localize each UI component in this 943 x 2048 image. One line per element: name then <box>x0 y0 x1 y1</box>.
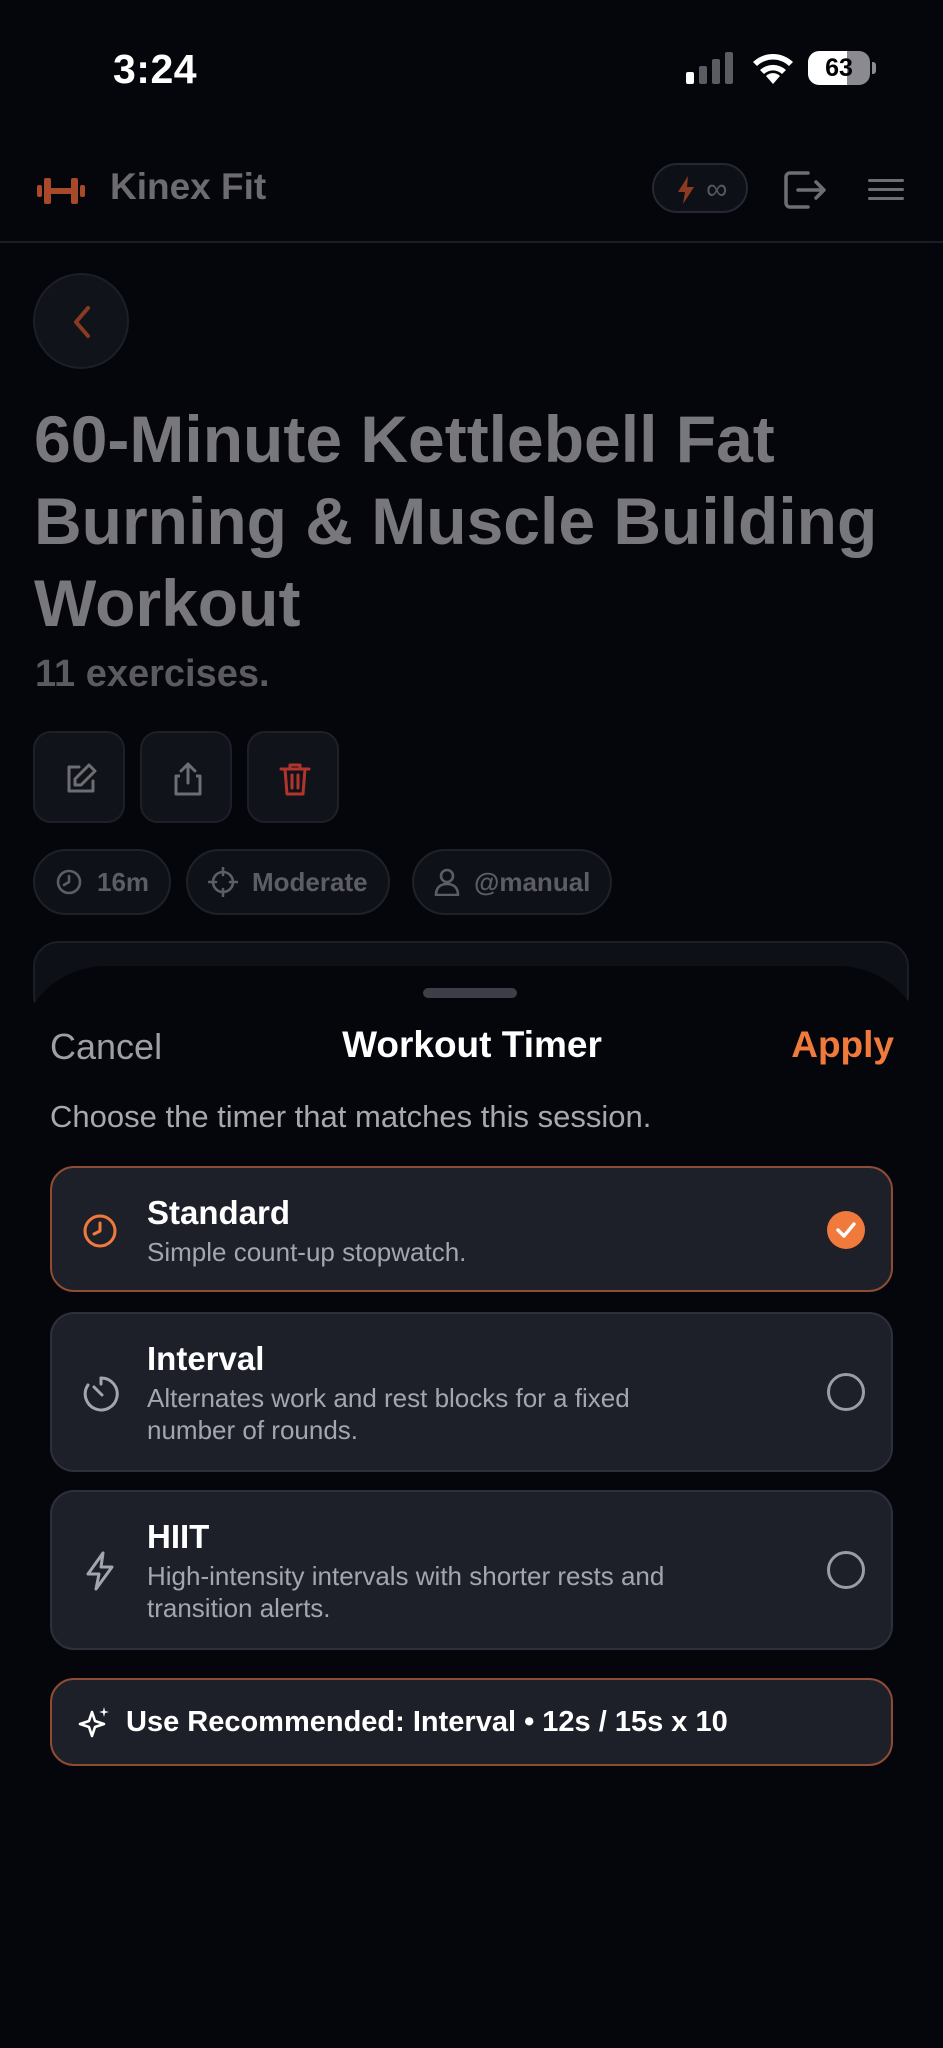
option-name: Standard <box>147 1194 291 1231</box>
energy-value: ∞ <box>706 173 728 206</box>
radio-selected[interactable] <box>827 1211 865 1249</box>
author-chip: @manual <box>412 849 613 915</box>
option-description: High-intensity intervals with shorter re… <box>147 1561 665 1623</box>
battery-indicator: 63 <box>808 51 876 85</box>
chevron-left-icon <box>74 306 90 338</box>
target-icon <box>208 867 238 897</box>
clock-icon <box>56 869 82 895</box>
user-icon <box>434 868 460 896</box>
duration-chip: 16m <box>33 849 172 915</box>
trash-icon <box>279 763 311 796</box>
wifi-icon <box>753 54 793 84</box>
timer-option-interval[interactable]: Interval Alternates work and rest blocks… <box>50 1312 893 1472</box>
dumbbell-logo-icon <box>37 178 85 204</box>
difficulty-chip: Moderate <box>186 849 390 915</box>
sheet-title: Workout Timer <box>342 1024 602 1065</box>
option-description: Simple count-up stopwatch. <box>147 1237 467 1267</box>
app-header: Kinex Fit ∞ <box>0 140 943 243</box>
workout-timer-sheet: Cancel Workout Timer Apply Choose the ti… <box>18 966 926 2048</box>
option-description: Alternates work and rest blocks for a fi… <box>147 1383 630 1445</box>
use-recommended-button[interactable]: Use Recommended: Interval • 12s / 15s x … <box>50 1678 893 1766</box>
edit-button[interactable] <box>33 731 125 823</box>
share-icon <box>174 762 202 796</box>
author-value: @manual <box>474 866 591 897</box>
timer-icon <box>83 1376 119 1412</box>
sheet-drag-handle[interactable] <box>423 988 517 998</box>
share-button[interactable] <box>140 731 232 823</box>
lightning-icon <box>86 1551 114 1591</box>
energy-badge[interactable]: ∞ <box>652 163 748 213</box>
hamburger-menu-icon[interactable] <box>866 172 906 208</box>
option-name: Interval <box>147 1340 265 1377</box>
option-name: HIIT <box>147 1518 210 1555</box>
radio-unselected[interactable] <box>827 1373 865 1411</box>
apply-button[interactable]: Apply <box>791 1024 894 1066</box>
app-brand: Kinex Fit <box>110 166 267 207</box>
sheet-description: Choose the timer that matches this sessi… <box>50 1099 652 1134</box>
logout-icon[interactable] <box>782 167 828 213</box>
exercise-count: 11 exercises. <box>35 653 270 695</box>
checkmark-icon <box>836 1222 856 1238</box>
lightning-icon <box>678 176 694 204</box>
status-bar: 3:24 63 <box>0 0 943 140</box>
workout-title: 60-Minute Kettlebell Fat Burning & Muscl… <box>34 402 878 640</box>
edit-icon <box>67 763 97 793</box>
timer-option-hiit[interactable]: HIIT High-intensity intervals with short… <box>50 1490 893 1650</box>
radio-unselected[interactable] <box>827 1551 865 1589</box>
timer-option-standard[interactable]: Standard Simple count-up stopwatch. <box>50 1166 893 1292</box>
cellular-signal-icon <box>686 52 733 84</box>
duration-value: 16m <box>97 866 150 897</box>
back-button[interactable] <box>33 273 129 369</box>
difficulty-value: Moderate <box>252 866 368 897</box>
recommended-label: Use Recommended: Interval • 12s / 15s x … <box>126 1706 728 1738</box>
battery-percentage: 63 <box>825 54 853 82</box>
clock-icon <box>83 1214 117 1248</box>
delete-button[interactable] <box>247 731 339 823</box>
status-time: 3:24 <box>113 46 198 92</box>
sparkles-icon <box>78 1707 109 1738</box>
